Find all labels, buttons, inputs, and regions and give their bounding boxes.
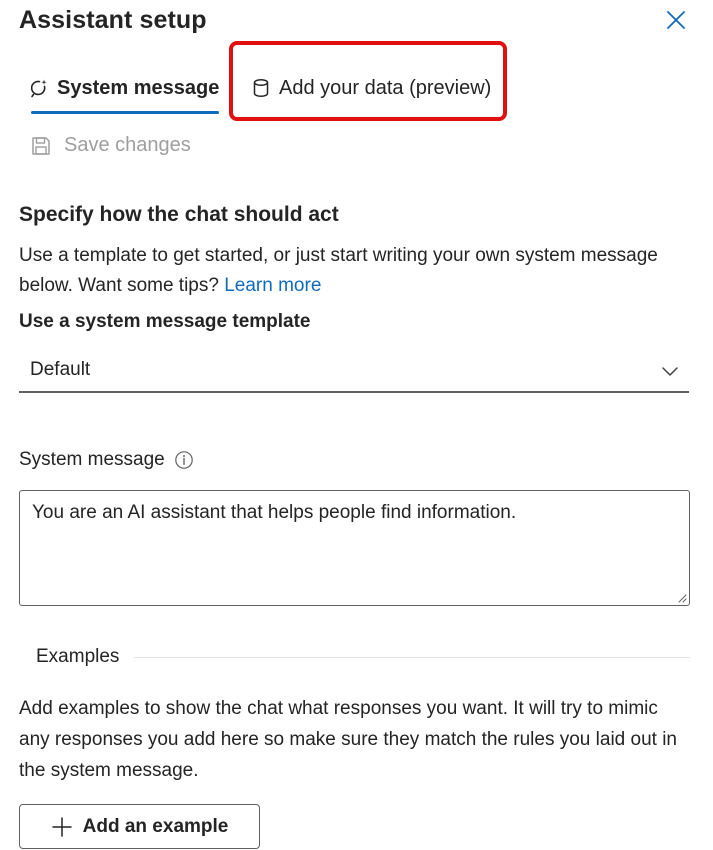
system-message-label-text: System message [19,449,165,470]
template-dropdown-value: Default [30,359,91,380]
tab-system-message[interactable]: System message [29,60,220,116]
examples-label: Examples [36,646,120,667]
section-description: Use a template to get started, or just s… [19,241,679,301]
resize-grip-icon[interactable] [677,593,687,603]
learn-more-link[interactable]: Learn more [224,275,321,296]
assistant-setup-panel: Assistant setup System message Add your … [0,0,713,850]
add-example-button[interactable]: Add an example [19,804,260,849]
chevron-down-icon [662,367,678,376]
tab-add-your-data-label: Add your data (preview) [279,76,492,99]
template-label: Use a system message template [19,311,311,332]
template-dropdown[interactable]: Default [19,350,689,393]
save-icon [32,136,50,155]
plus-icon [51,816,72,837]
system-message-icon [29,78,49,98]
tab-list: System message Add your data (preview) [19,60,699,120]
save-changes-button[interactable]: Save changes [30,134,191,157]
system-message-label: System message [19,449,194,471]
close-icon [667,11,685,29]
panel-title: Assistant setup [19,6,207,34]
system-message-textarea[interactable]: You are an AI assistant that helps peopl… [19,490,690,606]
save-changes-label: Save changes [64,134,191,156]
database-icon [251,78,271,98]
section-heading: Specify how the chat should act [19,203,339,226]
info-icon[interactable] [174,450,194,470]
description-text: Use a template to get started, or just s… [19,245,658,296]
tab-system-message-label: System message [57,76,220,99]
add-example-label: Add an example [82,815,229,837]
selected-tab-indicator [31,111,220,114]
examples-description: Add examples to show the chat what respo… [19,698,677,781]
tab-add-your-data[interactable]: Add your data (preview) [251,60,491,116]
close-button[interactable] [665,9,687,31]
system-message-value: You are an AI assistant that helps peopl… [32,502,517,523]
examples-divider [134,657,690,658]
